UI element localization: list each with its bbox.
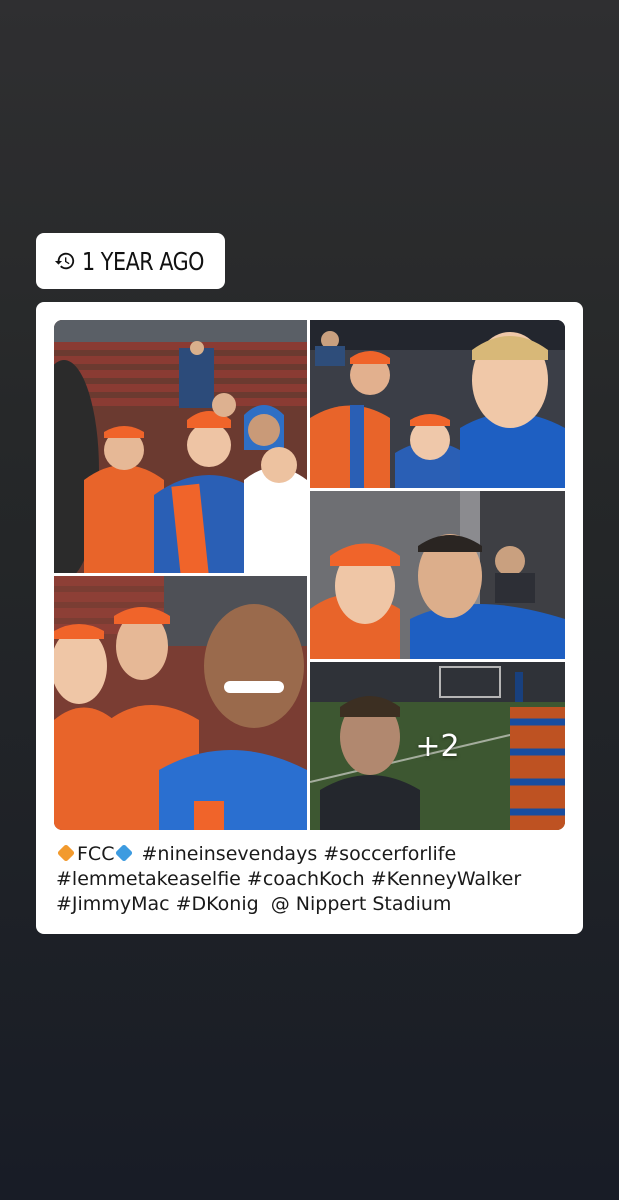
memory-badge[interactable]: 1 YEAR AGO [36, 233, 225, 289]
more-photos-count: +2 [415, 728, 460, 764]
history-icon [53, 249, 77, 273]
photo-2[interactable] [310, 320, 565, 488]
photo-4[interactable] [54, 576, 307, 830]
photo-3[interactable] [310, 491, 565, 659]
orange-diamond-icon [56, 843, 76, 863]
caption-line-1: FCC #nineinsevendays #soccerforlife [56, 842, 566, 867]
caption-line-2[interactable]: #lemmetakeaselfie #coachKoch #KenneyWalk… [56, 867, 566, 892]
more-photos-overlay[interactable]: +2 [310, 662, 565, 830]
caption-hashtags-1[interactable]: #nineinsevendays #soccerforlife [135, 843, 457, 865]
caption-line-3[interactable]: #JimmyMac #DKonig @ Nippert Stadium [56, 892, 566, 917]
post-caption: FCC #nineinsevendays #soccerforlife #lem… [56, 842, 566, 917]
photo-5[interactable]: +2 [310, 662, 565, 830]
memory-label: 1 YEAR AGO [82, 246, 205, 276]
blue-diamond-icon [115, 843, 134, 863]
post-card[interactable]: +2 FCC #nineinsevendays #soccerforlife #… [36, 302, 583, 934]
caption-team[interactable]: FCC [77, 843, 114, 865]
photo-collage: +2 [54, 320, 565, 830]
photo-1[interactable] [54, 320, 307, 573]
